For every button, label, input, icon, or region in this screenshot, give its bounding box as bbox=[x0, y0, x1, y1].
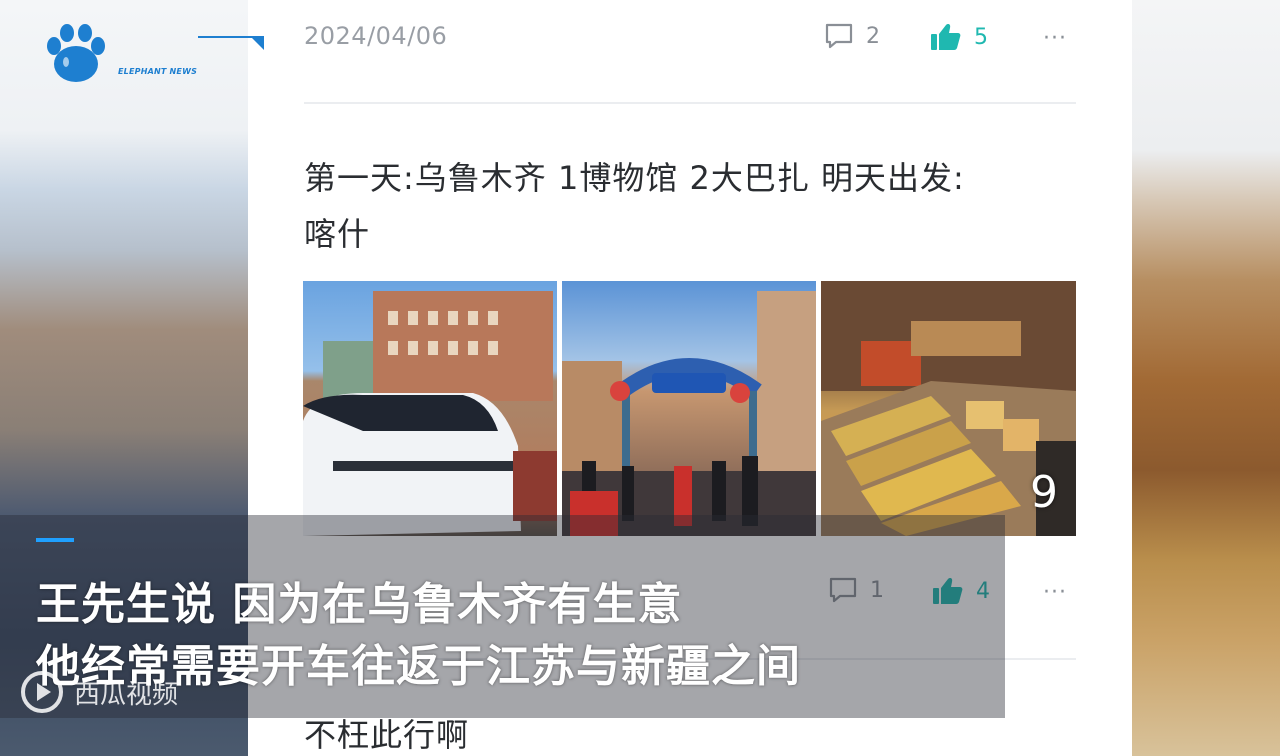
post-text-line: 喀什 bbox=[304, 215, 371, 253]
watermark: 西瓜视频 bbox=[20, 670, 178, 714]
more-photos-count: 9 bbox=[1030, 467, 1058, 518]
post-photo-bazaar[interactable] bbox=[562, 281, 816, 536]
photo-illustration bbox=[562, 291, 816, 536]
post-date: 2024/04/06 bbox=[304, 22, 448, 50]
more-options-button[interactable]: ··· bbox=[1043, 580, 1067, 605]
post-photo-car[interactable] bbox=[303, 281, 557, 536]
comment-button[interactable]: 2 bbox=[824, 22, 880, 50]
comment-icon bbox=[825, 23, 853, 49]
subtitle-line: 王先生说 因为在乌鲁木齐有生意 bbox=[36, 579, 683, 630]
brand-name: ELEPHANT NEWS bbox=[118, 67, 198, 76]
subtitle-accent-bar bbox=[36, 538, 74, 542]
photo-illustration bbox=[303, 291, 557, 536]
like-count: 5 bbox=[974, 24, 988, 50]
more-options-button[interactable]: ··· bbox=[1043, 26, 1067, 51]
divider bbox=[304, 102, 1076, 104]
comment-count: 2 bbox=[866, 23, 880, 49]
watermark-text: 西瓜视频 bbox=[74, 679, 179, 710]
post-text: 第一天:乌鲁木齐 1博物馆 2大巴扎 明天出发: 喀什 bbox=[304, 150, 1084, 262]
blurred-background-right bbox=[1132, 0, 1280, 756]
post-photo-food-stall[interactable]: 9 bbox=[821, 281, 1076, 536]
post-text-line: 第一天:乌鲁木齐 1博物馆 2大巴扎 明天出发: bbox=[304, 159, 965, 197]
like-button[interactable]: 5 bbox=[930, 22, 988, 52]
thumbs-up-icon bbox=[931, 24, 961, 50]
brand-triangle bbox=[250, 36, 264, 50]
paw-icon bbox=[44, 22, 108, 84]
play-logo-icon bbox=[21, 671, 63, 713]
